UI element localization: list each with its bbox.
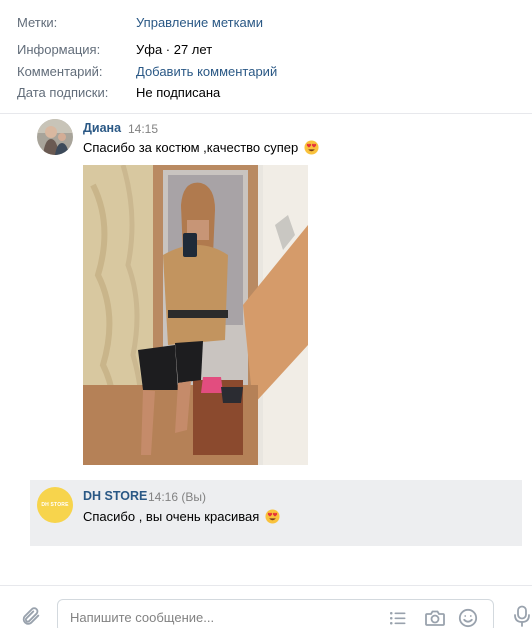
message-input-box[interactable] bbox=[57, 599, 494, 628]
info-label: Дата подписки: bbox=[17, 84, 109, 100]
info-value: Не подписана bbox=[136, 84, 221, 100]
info-value: Уфа · 27 лет bbox=[136, 41, 213, 57]
add-comment-link[interactable]: Добавить комментарий bbox=[136, 64, 277, 79]
message-history[interactable]: Диана 14:15 Спасибо за костюм ,качество … bbox=[0, 115, 532, 585]
attach-icon[interactable] bbox=[20, 605, 42, 627]
info-row-information: Информация: Уфа · 27 лет bbox=[17, 40, 212, 58]
info-row-comment: Комментарий: Добавить комментарий bbox=[17, 62, 277, 80]
info-label: Информация: bbox=[17, 41, 101, 57]
emoji-picker-icon[interactable] bbox=[458, 608, 478, 628]
info-row-subscription-date: Дата подписки: Не подписана bbox=[17, 83, 220, 101]
message-composer bbox=[0, 585, 532, 628]
message-time: 14:15 bbox=[128, 122, 159, 136]
message-item-outgoing: DH STORE DH STORE 14:16 (Вы) Спасибо , в… bbox=[30, 480, 522, 546]
contact-info-panel: Метки: Управление метками Информация: Уф… bbox=[0, 0, 532, 114]
message-input[interactable] bbox=[70, 608, 370, 626]
microphone-icon[interactable] bbox=[512, 605, 532, 627]
store-avatar-text: DH STORE bbox=[41, 502, 69, 508]
photo-attachment[interactable] bbox=[83, 165, 308, 465]
message-time: 14:16 (Вы) bbox=[148, 490, 206, 504]
message-item: Диана 14:15 Спасибо за костюм ,качество … bbox=[0, 115, 532, 470]
message-author[interactable]: DH STORE bbox=[83, 489, 147, 503]
message-author[interactable]: Диана bbox=[83, 121, 121, 135]
info-label: Комментарий: bbox=[17, 63, 103, 79]
heart-eyes-emoji-icon bbox=[304, 140, 319, 155]
message-text-row: Спасибо , вы очень красивая bbox=[83, 509, 280, 524]
manage-tags-link[interactable]: Управление метками bbox=[136, 15, 263, 30]
camera-icon[interactable] bbox=[424, 608, 445, 628]
message-text: Спасибо за костюм ,качество супер bbox=[83, 140, 299, 155]
templates-icon[interactable] bbox=[388, 608, 408, 628]
info-row-tags: Метки: Управление метками bbox=[17, 13, 263, 31]
avatar[interactable] bbox=[37, 119, 73, 155]
store-avatar[interactable]: DH STORE bbox=[37, 487, 73, 523]
message-text: Спасибо , вы очень красивая bbox=[83, 509, 260, 524]
info-label: Метки: bbox=[17, 14, 58, 30]
heart-eyes-emoji-icon bbox=[265, 509, 280, 524]
message-text-row: Спасибо за костюм ,качество супер bbox=[83, 140, 319, 155]
